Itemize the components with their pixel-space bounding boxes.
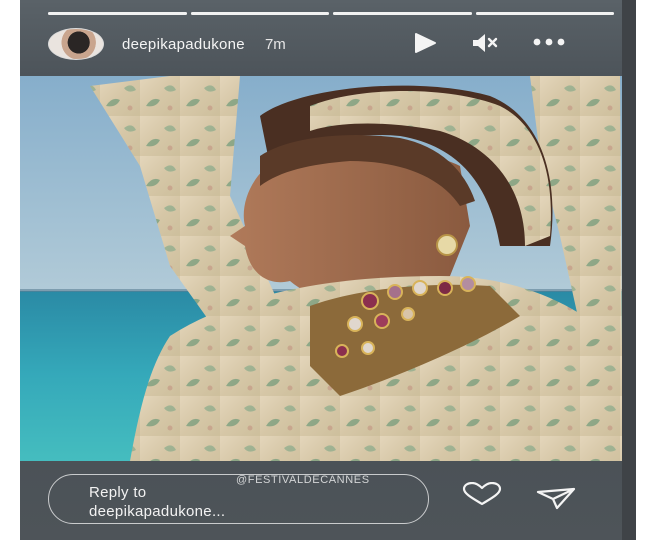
reply-input[interactable]: Reply to deepikapadukone... [48, 474, 429, 524]
story-timestamp: 7m [264, 35, 286, 53]
story-progress-bar [48, 12, 614, 16]
more-options-icon[interactable] [532, 34, 566, 55]
window-edge [622, 0, 636, 540]
heart-icon[interactable] [460, 481, 504, 511]
story-photo[interactable] [20, 76, 622, 461]
play-icon[interactable] [412, 32, 438, 59]
story-header: deepikapadukone 7m [48, 24, 594, 64]
avatar[interactable] [48, 28, 104, 60]
reply-placeholder-line1: Reply to [89, 484, 147, 501]
story-viewer: deepikapadukone 7m @FESTIVALDECANNES Rep… [20, 0, 622, 540]
story-username[interactable]: deepikapadukone [122, 36, 245, 53]
progress-segment [190, 12, 329, 15]
send-icon[interactable] [535, 486, 577, 515]
reply-placeholder-line2: deepikapadukone... [89, 503, 226, 520]
muted-speaker-icon[interactable] [470, 32, 500, 59]
progress-segment [48, 12, 187, 15]
progress-segment [475, 12, 614, 15]
progress-segment [333, 12, 472, 15]
